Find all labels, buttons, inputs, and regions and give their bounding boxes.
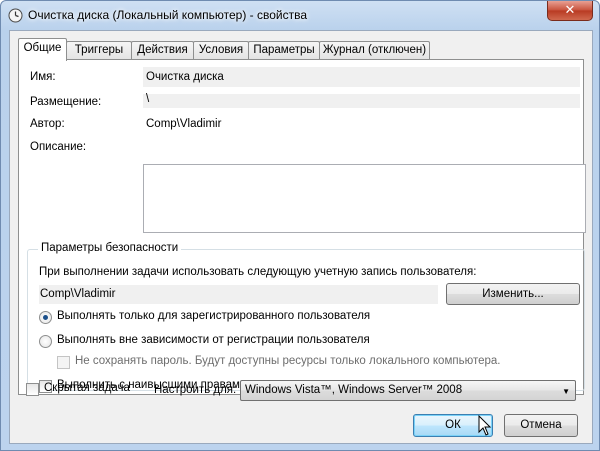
configure-for-label: Настроить для: [154,384,237,396]
tab-label: Общие [23,42,62,54]
ok-button-label: ОК [445,419,461,431]
change-user-button[interactable]: Изменить... [446,283,580,305]
description-label: Описание: [30,141,87,153]
hidden-task-label[interactable]: Скрытая задача [44,382,130,394]
hidden-task-checkbox[interactable] [26,383,39,396]
no-store-password-checkbox[interactable] [57,356,70,369]
close-button[interactable]: ✕ [547,1,593,21]
title-bar[interactable]: Очистка диска (Локальный компьютер) - св… [1,1,599,31]
radio-whether-logged-on[interactable] [39,335,52,348]
radio-logged-on-only-label[interactable]: Выполнять только для зарегистрированного… [57,310,370,322]
tab-triggers[interactable]: Триггеры [66,41,132,60]
security-options-group: Параметры безопасности При выполнении за… [27,242,585,393]
radio-whether-logged-on-label[interactable]: Выполнять вне зависимости от регистрации… [57,334,370,346]
tab-conditions[interactable]: Условия [193,41,249,60]
account-prompt: При выполнении задачи использовать следу… [39,266,477,278]
configure-for-select[interactable]: Windows Vista™, Windows Server™ 2008 ▼ [240,380,576,401]
tab-label: Параметры [253,44,315,56]
tab-label: Журнал (отключен) [322,44,427,56]
tab-label: Условия [198,44,244,56]
properties-dialog: Очистка диска (Локальный компьютер) - св… [0,0,600,451]
name-field[interactable]: Очистка диска [143,67,580,87]
tab-actions[interactable]: Действия [131,41,194,60]
name-label: Имя: [30,71,56,83]
security-group-title: Параметры безопасности [38,242,182,254]
chevron-down-icon: ▼ [562,387,570,396]
tab-settings[interactable]: Параметры [248,41,320,60]
window-title: Очистка диска (Локальный компьютер) - св… [28,8,307,22]
no-store-password-label[interactable]: Не сохранять пароль. Будут доступны ресу… [75,355,500,367]
general-panel: Имя: Очистка диска Размещение: \ Автор: … [18,59,586,395]
mouse-pointer-icon [478,415,492,436]
dialog-client-area: Общие Триггеры Действия Условия Параметр… [9,30,593,444]
cancel-button[interactable]: Отмена [504,414,578,437]
tab-history[interactable]: Журнал (отключен) [319,41,430,60]
author-field[interactable]: Comp\Vladimir [143,114,580,134]
tab-label: Триггеры [74,44,124,56]
change-user-button-label: Изменить... [482,288,544,300]
author-label: Автор: [30,118,65,130]
tab-general[interactable]: Общие [18,38,67,61]
cancel-button-label: Отмена [520,419,562,431]
clock-icon [8,8,23,23]
radio-logged-on-only[interactable] [39,311,52,324]
location-field[interactable]: \ [143,93,580,108]
description-textarea[interactable] [143,164,586,233]
tab-label: Действия [137,44,188,56]
configure-for-value: Windows Vista™, Windows Server™ 2008 [245,384,463,396]
close-icon: ✕ [564,2,576,17]
user-account-field[interactable]: Comp\Vladimir [39,285,438,304]
location-label: Размещение: [30,96,102,108]
